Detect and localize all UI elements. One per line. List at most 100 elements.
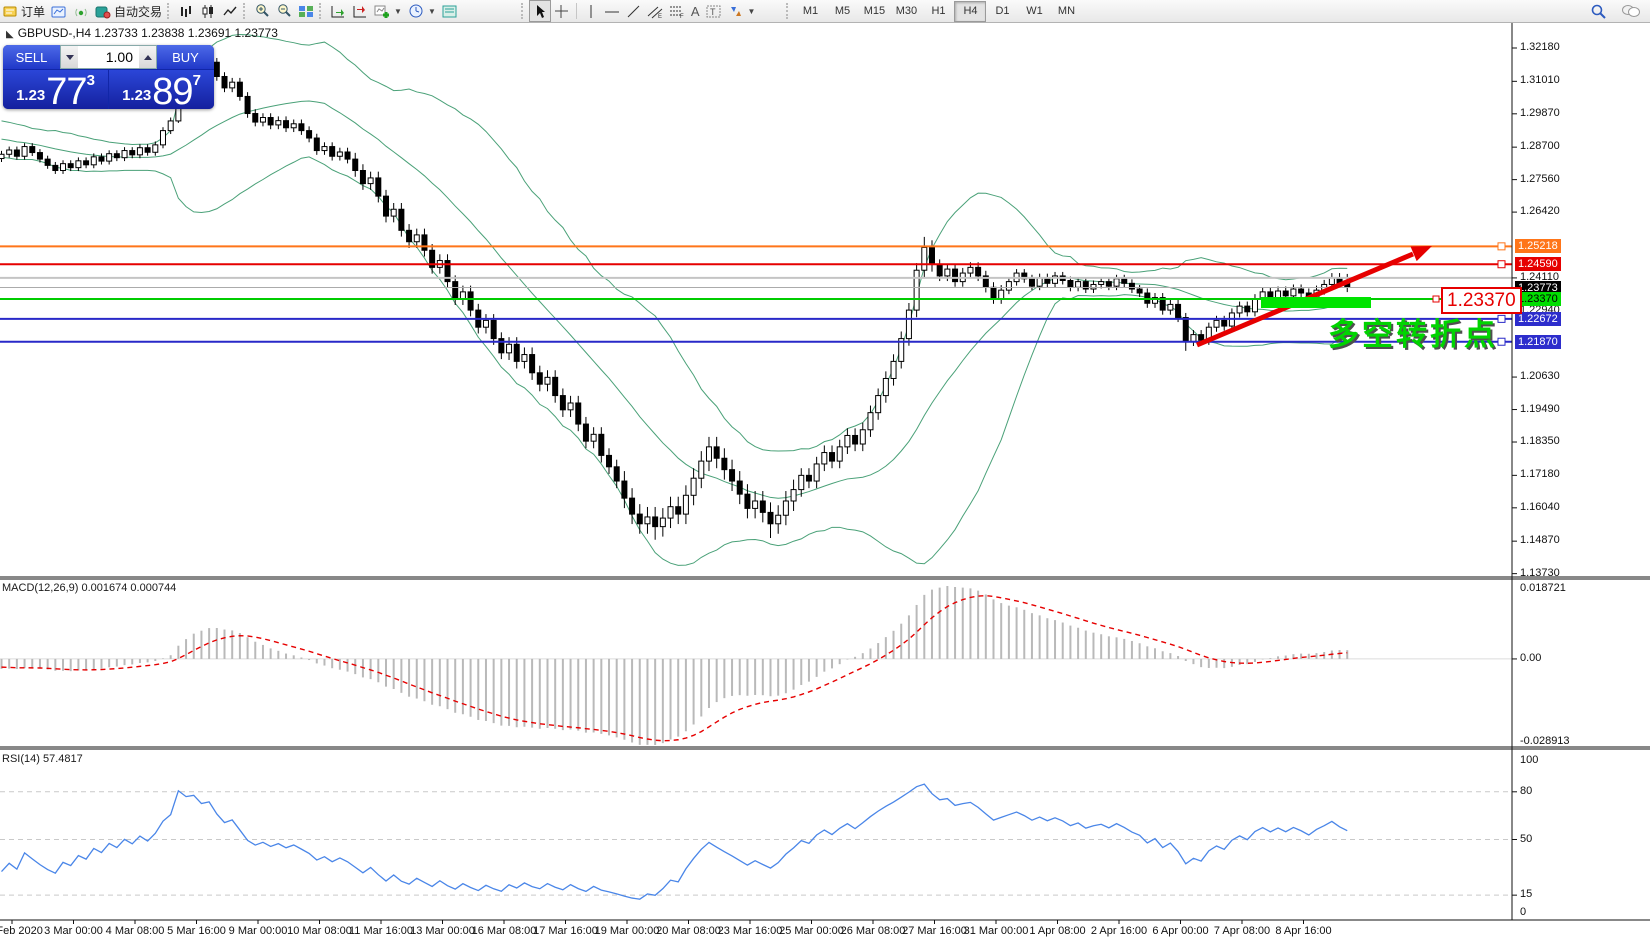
chart-canvas[interactable] <box>0 0 1650 942</box>
macd-axis-label: 0.00 <box>1520 651 1542 664</box>
templates-icon[interactable] <box>439 1 461 21</box>
candlestick-icon[interactable] <box>197 1 219 21</box>
timeframe-button-mn[interactable]: MN <box>1050 1 1082 22</box>
volume-stepper <box>60 45 157 69</box>
price-axis-tick: 1.20630 <box>1520 370 1560 383</box>
time-axis-label: 31 Mar 00:00 <box>963 925 1029 937</box>
autotrading-icon <box>95 4 111 19</box>
price-axis-tick: 1.13730 <box>1520 566 1560 579</box>
price-axis-tick: 1.27560 <box>1520 172 1560 185</box>
buy-button[interactable]: BUY <box>157 45 214 69</box>
new-order-label: 订单 <box>21 4 46 19</box>
vertical-line-icon[interactable] <box>581 1 601 21</box>
timeframe-button-h1[interactable]: H1 <box>922 1 954 22</box>
toolbar-grip <box>520 3 527 19</box>
horizontal-line-icon[interactable] <box>601 1 623 21</box>
price-axis-badge: 1.23370 <box>1515 291 1561 306</box>
periods-icon[interactable]: ▼ <box>405 1 439 21</box>
price-axis-badge: 1.21870 <box>1515 334 1561 349</box>
time-axis-label: 28 Feb 2020 <box>0 925 43 937</box>
toolbar-grip <box>786 3 792 19</box>
bar-chart-icon[interactable] <box>175 1 197 21</box>
tile-windows-icon[interactable] <box>295 1 317 21</box>
timeframe-group: M1 M5 M15 M30 H1 H4 D1 W1 MN <box>794 0 1082 22</box>
rsi-header: RSI(14) 57.4817 <box>2 753 83 765</box>
time-axis-label: 6 Apr 00:00 <box>1152 925 1209 937</box>
trendline-icon[interactable] <box>623 1 644 21</box>
price-axis-badge: 1.25218 <box>1515 239 1561 254</box>
price-axis-tick: 1.28700 <box>1520 140 1560 153</box>
svg-text:F: F <box>680 14 684 19</box>
buy-price-display[interactable]: 1.23 89 7 <box>109 70 214 109</box>
autotrading-button[interactable]: 自动交易 <box>92 1 165 21</box>
chat-icon[interactable] <box>1618 1 1644 21</box>
zoom-out-icon[interactable] <box>273 1 295 21</box>
rsi-axis-label: 80 <box>1520 784 1533 797</box>
chart-shift-icon[interactable] <box>349 1 371 21</box>
highlight-rectangle[interactable] <box>1261 297 1371 308</box>
toolbar-grip <box>167 3 173 19</box>
price-axis-tick: 1.19490 <box>1520 402 1560 415</box>
chart-window-icon: ◣ <box>6 29 14 40</box>
timeframe-button-m15[interactable]: M15 <box>858 1 890 22</box>
toolbar-grip <box>319 3 325 19</box>
text-label-icon[interactable]: T <box>703 1 725 21</box>
price-axis-tick: 1.16040 <box>1520 500 1560 513</box>
price-axis-tick: 1.31010 <box>1520 74 1560 87</box>
time-axis-label: 16 Mar 08:00 <box>471 925 537 937</box>
time-axis-label: 3 Mar 00:00 <box>44 925 103 937</box>
time-axis-label: 7 Apr 08:00 <box>1213 925 1271 937</box>
time-axis-label: 2 Apr 16:00 <box>1090 925 1148 937</box>
zoom-in-icon[interactable] <box>251 1 273 21</box>
text-icon[interactable]: A <box>688 1 703 21</box>
new-order-icon <box>3 4 18 19</box>
one-click-trading-panel: SELL BUY 1.23773 1.23897 <box>3 45 214 109</box>
timeframe-button-m30[interactable]: M30 <box>890 1 922 22</box>
crosshair-icon[interactable] <box>551 1 572 21</box>
candles <box>0 48 1351 540</box>
auto-scroll-icon[interactable] <box>327 1 349 21</box>
rsi-axis-label: 100 <box>1520 754 1539 766</box>
search-icon[interactable] <box>1587 1 1610 21</box>
time-axis-label: 1 Apr 08:00 <box>1029 925 1086 937</box>
chevron-down-icon: ▼ <box>747 6 756 16</box>
timeframe-button-d1[interactable]: D1 <box>986 1 1018 22</box>
timeframe-button-m5[interactable]: M5 <box>826 1 858 22</box>
toolbar-separator <box>575 3 577 19</box>
time-axis-label: 23 Mar 16:00 <box>717 925 783 937</box>
time-axis-label: 20 Mar 08:00 <box>656 925 721 937</box>
trading-app-window: 订单 自动交易 ▼ ▼ E F A T ▼ M1 M5 M15 M30 H1 H… <box>0 0 1650 942</box>
volume-input[interactable] <box>78 46 139 68</box>
time-axis-label: 11 Mar 16:00 <box>348 925 414 937</box>
new-order-button[interactable]: 订单 <box>0 1 48 21</box>
cursor-icon[interactable] <box>528 0 551 22</box>
price-axis-badge: 1.24590 <box>1515 257 1561 272</box>
macd-axis-label: 0.018721 <box>1520 582 1566 594</box>
volume-up-button[interactable] <box>139 46 156 68</box>
channel-icon[interactable]: E <box>644 1 666 21</box>
time-axis-label: 9 Mar 00:00 <box>228 925 288 937</box>
fibonacci-icon[interactable]: F <box>666 1 688 21</box>
arrows-icon[interactable]: ▼ <box>725 1 759 21</box>
sell-price-display[interactable]: 1.23 77 3 <box>3 70 108 109</box>
toolbar: 订单 自动交易 ▼ ▼ E F A T ▼ M1 M5 M15 M30 H1 H… <box>0 0 1650 23</box>
charts-profile-icon[interactable] <box>48 1 70 21</box>
time-axis-label: 5 Mar 16:00 <box>167 925 226 937</box>
signal-icon[interactable] <box>70 1 92 21</box>
time-axis-label: 4 Mar 08:00 <box>105 925 165 937</box>
volume-down-button[interactable] <box>61 46 78 68</box>
timeframe-button-w1[interactable]: W1 <box>1018 1 1050 22</box>
chevron-down-icon: ▼ <box>427 6 436 16</box>
toolbar-grip <box>243 3 249 19</box>
macd-axis-label: -0.028913 <box>1520 735 1570 747</box>
indicators-add-icon[interactable]: ▼ <box>371 1 405 21</box>
sell-button[interactable]: SELL <box>3 45 60 69</box>
time-axis-label: 8 Apr 16:00 <box>1275 925 1332 937</box>
line-chart-icon[interactable] <box>219 1 241 21</box>
timeframe-button-h4[interactable]: H4 <box>954 0 987 22</box>
turning-point-annotation: 多空转折点 <box>1328 317 1498 352</box>
timeframe-button-m1[interactable]: M1 <box>794 1 826 22</box>
price-axis-tick: 1.14870 <box>1520 534 1560 547</box>
time-axis-label: 13 Mar 00:00 <box>410 925 475 937</box>
time-axis-label: 25 Mar 00:00 <box>779 925 844 937</box>
